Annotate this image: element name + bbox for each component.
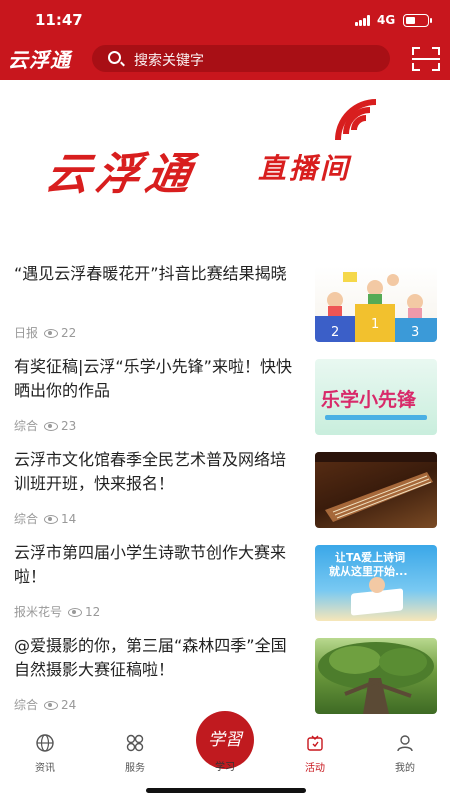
news-source: 综合: [14, 512, 39, 526]
news-meta: 综合 14: [14, 510, 76, 527]
thumbnail-text: 就从这里开始...: [329, 565, 408, 578]
tree-illustration: [318, 642, 434, 714]
activity-icon: [305, 733, 325, 753]
live-banner[interactable]: 云浮通 直播间: [0, 80, 450, 250]
news-thumbnail: 2 1 3: [315, 266, 437, 342]
broadcast-icon: [335, 99, 377, 141]
news-meta: 综合 23: [14, 417, 76, 434]
tab-services[interactable]: 服务: [105, 733, 165, 774]
list-item[interactable]: 云浮市文化馆春季全民艺术普及网络培训班开班，快来报名！ 综合 14: [0, 444, 450, 537]
tab-label: 活动: [305, 763, 325, 774]
user-icon: [395, 733, 415, 753]
podium-illustration: 2 1 3: [315, 272, 437, 342]
grid-icon: [125, 733, 145, 753]
tab-label: 服务: [125, 763, 145, 774]
news-source: 综合: [14, 419, 39, 433]
svg-text:3: 3: [411, 325, 419, 340]
tab-activity[interactable]: 活动: [285, 733, 345, 774]
svg-text:1: 1: [371, 317, 379, 332]
banner-brand-suffix: 直播间: [258, 152, 352, 185]
signal-icon: [355, 15, 371, 26]
news-views: 24: [61, 698, 77, 712]
tab-label: 学习: [215, 762, 235, 773]
tab-profile[interactable]: 我的: [375, 733, 435, 774]
app-logo: 云浮通: [8, 48, 71, 72]
tab-label: 我的: [395, 763, 415, 774]
news-title: 云浮市文化馆春季全民艺术普及网络培训班开班，快来报名！: [14, 450, 287, 493]
thumbnail-stripe: [325, 415, 427, 420]
news-title: 云浮市第四届小学生诗歌节创作大赛来啦！: [14, 543, 287, 586]
app-header: 11:47 4G 云浮通 搜索关键字: [0, 0, 450, 80]
eye-icon: [44, 422, 59, 431]
news-thumbnail: 乐学小先锋: [315, 359, 437, 435]
news-source: 报米花号: [14, 605, 63, 619]
news-title: “遇见云浮春暖花开”抖音比赛结果揭晓: [14, 264, 287, 283]
guzheng-illustration: [315, 452, 437, 522]
battery-icon: [403, 14, 432, 27]
home-indicator: [146, 788, 306, 793]
eye-icon: [44, 515, 59, 524]
news-thumbnail: [315, 452, 437, 528]
network-label: 4G: [377, 13, 396, 27]
status-time: 11:47: [35, 11, 83, 29]
news-title: @爱摄影的你，第三届“森林四季”全国自然摄影大赛征稿啦！: [14, 636, 287, 679]
news-views: 12: [85, 605, 101, 619]
news-meta: 报米花号 12: [14, 603, 100, 620]
thumbnail-text: 乐学小先锋: [321, 389, 417, 411]
eye-icon: [44, 701, 59, 710]
scan-icon[interactable]: [412, 47, 440, 71]
news-meta: 日报 22: [14, 324, 76, 341]
news-views: 23: [61, 419, 77, 433]
search-placeholder: 搜索关键字: [134, 53, 204, 69]
eye-icon: [68, 608, 83, 617]
banner-brand: 云浮通: [41, 149, 201, 200]
search-icon: [108, 51, 121, 64]
news-title: 有奖征稿|云浮“乐学小先锋”来啦！快快晒出你的作品: [14, 357, 292, 400]
list-item[interactable]: 云浮市第四届小学生诗歌节创作大赛来啦！ 报米花号 12 让TA爱上诗词 就从这里开…: [0, 537, 450, 630]
tab-label: 资讯: [35, 763, 55, 774]
news-thumbnail: [315, 638, 437, 714]
tab-news[interactable]: 资讯: [15, 733, 75, 774]
svg-text:2: 2: [331, 325, 339, 340]
child-shape: [369, 577, 385, 593]
search-input[interactable]: 搜索关键字: [92, 45, 390, 72]
news-views: 14: [61, 512, 77, 526]
list-item[interactable]: 有奖征稿|云浮“乐学小先锋”来啦！快快晒出你的作品 综合 23 乐学小先锋: [0, 351, 450, 444]
eye-icon: [44, 329, 59, 338]
news-source: 日报: [14, 326, 39, 340]
globe-icon: [35, 733, 55, 753]
status-bar: 11:47 4G: [0, 0, 450, 40]
news-source: 综合: [14, 698, 39, 712]
list-item[interactable]: @爱摄影的你，第三届“森林四季”全国自然摄影大赛征稿啦！ 综合 24: [0, 630, 450, 723]
news-thumbnail: 让TA爱上诗词 就从这里开始...: [315, 545, 437, 621]
list-item[interactable]: “遇见云浮春暖花开”抖音比赛结果揭晓 日报 22 2 1 3: [0, 258, 450, 351]
news-meta: 综合 24: [14, 696, 76, 713]
news-views: 22: [61, 326, 77, 340]
